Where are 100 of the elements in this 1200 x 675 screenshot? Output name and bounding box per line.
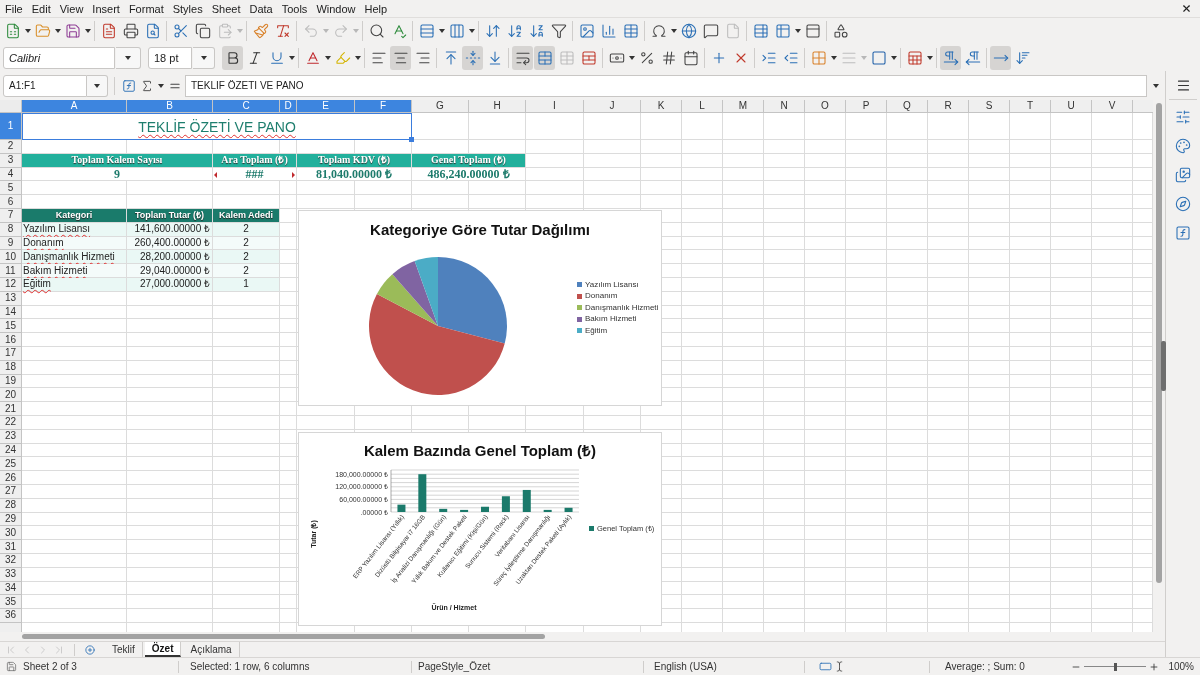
column-header[interactable]: A (22, 100, 127, 113)
row-header[interactable]: 30 (0, 526, 22, 541)
sort-ascending-icon (506, 23, 523, 39)
column-header[interactable]: M (723, 100, 764, 113)
name-box[interactable]: A1:F1 (3, 74, 87, 97)
close-document-button[interactable] (1180, 2, 1192, 15)
pilcrow-icon (942, 49, 959, 66)
document-magnifier-icon (144, 23, 161, 39)
font-size-dropdown[interactable] (193, 46, 215, 69)
row-header[interactable]: 16 (0, 333, 22, 347)
column-header[interactable]: O (805, 100, 846, 113)
skip-last-icon (53, 643, 65, 656)
title-cell-range[interactable]: TEKLİF ÖZETİ VE PANO (22, 113, 412, 140)
column-header[interactable]: C (213, 100, 280, 113)
column-header[interactable]: F (355, 100, 412, 113)
column-header[interactable]: U (1051, 100, 1092, 113)
percent-icon (638, 49, 655, 66)
font-name-dropdown[interactable] (116, 46, 141, 69)
menu-icon (1175, 77, 1191, 93)
selection-summary: Average: ; Sum: 0 (945, 661, 1025, 672)
page-style: PageStyle_Özet (418, 661, 491, 672)
column-header[interactable]: B (127, 100, 213, 113)
dropdown-arrow-icon (926, 55, 933, 60)
column-header[interactable]: P (846, 100, 887, 113)
column-header[interactable]: G (412, 100, 469, 113)
zoom-slider[interactable] (1084, 662, 1147, 671)
text-ltr-button[interactable] (990, 45, 1011, 70)
merge-center-button[interactable] (534, 45, 555, 70)
legend-label: Donanım (585, 291, 618, 302)
scrollbar-thumb[interactable] (1156, 103, 1162, 583)
legend-label: Bakım Hizmeti (585, 314, 637, 325)
sheet-tab[interactable]: Açıklama (183, 642, 240, 657)
row-header[interactable]: 25 (0, 457, 22, 472)
font-size-field[interactable]: 18 pt (148, 46, 192, 69)
highlighter-icon (334, 49, 351, 66)
menu-item[interactable]: Tools (281, 1, 308, 16)
zoom-slider-thumb[interactable] (1113, 662, 1117, 671)
wrap-button[interactable] (512, 45, 533, 70)
legend-label: Yazılım Lisansı (585, 279, 639, 290)
name-box-dropdown[interactable] (87, 74, 108, 97)
menu-item[interactable]: Insert (92, 1, 120, 16)
menu-item[interactable]: Sheet (211, 1, 241, 16)
save-icon[interactable] (6, 661, 17, 672)
menu-item[interactable]: Edit (31, 1, 51, 16)
row-header[interactable]: 26 (0, 471, 22, 485)
row-header[interactable]: 20 (0, 388, 22, 403)
sheet-tab[interactable]: Özet (144, 642, 182, 657)
menu-item[interactable]: View (59, 1, 84, 16)
row-header[interactable]: 21 (0, 402, 22, 416)
row-header[interactable]: 2 (0, 140, 22, 154)
menu-item[interactable]: Window (316, 1, 356, 16)
table-cell: Eğitim (23, 278, 51, 291)
column-header[interactable]: V (1092, 100, 1133, 113)
underline-icon (268, 49, 285, 66)
row-header[interactable]: 10 (0, 250, 22, 265)
column-header[interactable]: N (764, 100, 805, 113)
text-cursor-icon[interactable] (834, 661, 845, 672)
column-header[interactable]: L (682, 100, 723, 113)
column-header[interactable]: I (526, 100, 584, 113)
speech-bubble-icon (702, 23, 719, 39)
column-header[interactable]: J (584, 100, 641, 113)
menu-item[interactable]: Help (364, 1, 388, 16)
fill-handle-icon[interactable] (409, 137, 414, 142)
row-header[interactable]: 6 (0, 195, 22, 209)
menu-item[interactable]: Styles (172, 1, 203, 16)
column-header[interactable]: Q (887, 100, 928, 113)
column-header[interactable]: R (928, 100, 969, 113)
font-name-field[interactable]: Calibri (3, 46, 115, 69)
column-header[interactable]: H (469, 100, 526, 113)
formula-input[interactable]: TEKLİF ÖZETİ VE PANO (185, 74, 1147, 97)
menu-item[interactable]: File (5, 1, 23, 16)
column-header[interactable]: T (1010, 100, 1051, 113)
row-header[interactable]: 5 (0, 181, 22, 196)
bold-button[interactable] (222, 45, 243, 70)
pilcrow-icon (964, 49, 981, 66)
column-header[interactable]: S (969, 100, 1010, 113)
scrollbar-thumb[interactable] (22, 634, 545, 639)
menu-item[interactable]: Data (249, 1, 273, 16)
sidebar-collapse-handle[interactable] (1161, 341, 1166, 391)
row-header[interactable]: 36 (0, 609, 22, 623)
ltr-button[interactable] (940, 45, 961, 70)
column-header[interactable]: D (280, 100, 297, 113)
row-header[interactable]: 1 (0, 113, 22, 140)
clipboard-icon (216, 23, 233, 39)
arrows-down-icon (1014, 49, 1031, 66)
align-center-button[interactable] (390, 45, 411, 70)
save-icon (64, 23, 81, 39)
column-header[interactable]: K (641, 100, 682, 113)
dropdown-arrow-icon (158, 83, 164, 88)
printer-icon (122, 23, 139, 39)
menu-item[interactable]: Format (128, 1, 164, 16)
column-header[interactable]: E (297, 100, 355, 113)
row-header[interactable]: 11 (0, 264, 22, 278)
row-header[interactable]: 35 (0, 595, 22, 610)
summary-value: 9 (114, 168, 120, 180)
row-header[interactable]: 31 (0, 540, 22, 554)
row-header[interactable]: 15 (0, 319, 22, 334)
dropdown-arrow-icon (322, 29, 329, 33)
sheet-tab[interactable]: Teklif (105, 642, 143, 657)
add-sheet-button[interactable] (83, 642, 97, 657)
